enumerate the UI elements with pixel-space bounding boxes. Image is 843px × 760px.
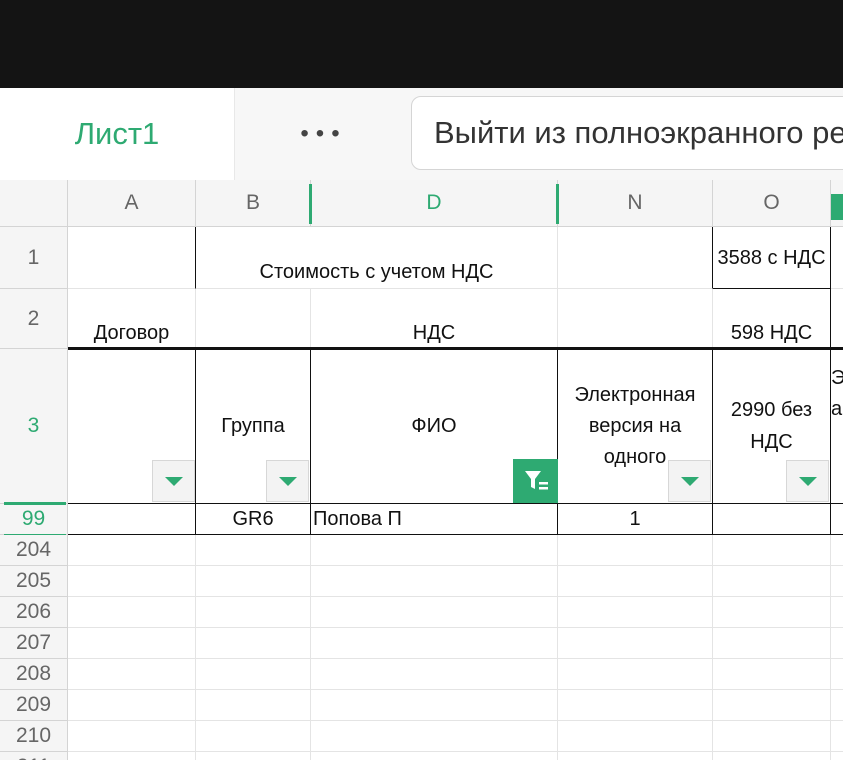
gridline-p [830, 535, 831, 760]
funnel-filter-icon [524, 471, 548, 490]
filter-dropdown-o[interactable] [786, 460, 829, 502]
cell-b2[interactable] [196, 289, 311, 349]
row-header-211[interactable]: 211 [0, 752, 68, 760]
spreadsheet-grid[interactable]: A B D N O 1 2 3 99 204 205 206 207 208 2… [0, 180, 843, 760]
cell-o1-text: 3588 с НДС [717, 246, 826, 269]
column-d-right-edge [556, 184, 559, 224]
cell-b99-text: GR6 [232, 507, 274, 530]
triangle-down-icon [798, 476, 817, 486]
row-header-3[interactable]: 3 [0, 349, 68, 504]
cell-d99[interactable]: Попова П [311, 504, 558, 535]
cell-a1[interactable] [68, 227, 196, 289]
gridline-n [557, 535, 558, 760]
cell-o2-text: 598 НДС [730, 322, 813, 344]
gridline-d [310, 535, 311, 760]
cell-p3-text: Э а [831, 367, 843, 420]
gridline-o [712, 535, 713, 760]
cell-n1[interactable] [558, 227, 713, 289]
more-options-button[interactable]: ••• [234, 88, 412, 180]
filter-dropdown-n[interactable] [668, 460, 711, 502]
column-header-a[interactable]: A [68, 180, 196, 227]
system-status-bar [0, 0, 843, 88]
cell-b99[interactable]: GR6 [196, 504, 311, 535]
row-header-209[interactable]: 209 [0, 690, 68, 721]
cell-n99-text: 1 [629, 507, 641, 530]
row-header-207[interactable]: 207 [0, 628, 68, 659]
cell-o99[interactable] [713, 504, 831, 535]
sheet-tab-list1[interactable]: Лист1 [0, 88, 234, 180]
triangle-down-icon [680, 476, 699, 486]
row-header-2[interactable]: 2 [0, 289, 68, 349]
row-header-208[interactable]: 208 [0, 659, 68, 690]
cell-n3-text: Электронная версия на одного [574, 383, 696, 468]
row-header-204[interactable]: 204 [0, 535, 68, 566]
empty-rows-area[interactable] [68, 535, 843, 760]
row-header-205[interactable]: 205 [0, 566, 68, 597]
cell-p99[interactable] [831, 504, 843, 535]
sheet-tab-bar: Лист1 ••• Выйти из полноэкранного режима [0, 88, 843, 181]
row-99-top-edge [4, 502, 66, 505]
column-d-left-edge [309, 184, 312, 224]
filter-dropdown-a[interactable] [152, 460, 195, 502]
cell-d1-merged[interactable]: Стоимость с учетом НДС [196, 227, 558, 289]
row-header-99[interactable]: 99 [0, 504, 68, 535]
column-header-n[interactable]: N [558, 180, 713, 227]
cell-d2[interactable]: НДС [311, 289, 558, 349]
cell-d2-text: НДС [412, 322, 456, 344]
cell-p1[interactable] [831, 227, 843, 289]
triangle-down-icon [164, 476, 183, 486]
select-all-corner[interactable] [0, 180, 68, 227]
row-header-206[interactable]: 206 [0, 597, 68, 628]
gridline-b [195, 535, 196, 760]
cell-a99[interactable] [68, 504, 196, 535]
selection-handle [831, 194, 843, 220]
cell-p3[interactable]: Э а [831, 349, 843, 504]
column-header-b[interactable]: B [196, 180, 311, 227]
column-header-d[interactable]: D [311, 180, 558, 227]
cell-o1[interactable]: 3588 с НДС [713, 227, 831, 289]
cell-a2-text: Договор [93, 322, 170, 344]
column-header-o[interactable]: O [713, 180, 831, 227]
cell-b3-text: Группа [221, 414, 285, 437]
cell-d3-text: ФИО [411, 414, 457, 437]
cell-n2[interactable] [558, 289, 713, 349]
header-thick-border [68, 347, 843, 350]
filter-dropdown-b[interactable] [266, 460, 309, 502]
cell-d99-text: Попова П [313, 507, 402, 530]
cell-o2[interactable]: 598 НДС [713, 289, 831, 349]
row-header-1[interactable]: 1 [0, 227, 68, 289]
cell-p2[interactable] [831, 289, 843, 349]
cell-n99[interactable]: 1 [558, 504, 713, 535]
filter-active-d[interactable] [513, 459, 558, 503]
row-header-210[interactable]: 210 [0, 721, 68, 752]
cell-o3-text: 2990 без НДС [730, 399, 813, 453]
cell-d1-text: Стоимость с учетом НДС [259, 261, 494, 283]
triangle-down-icon [278, 476, 297, 486]
cell-a2[interactable]: Договор [68, 289, 196, 349]
exit-fullscreen-button[interactable]: Выйти из полноэкранного режима [411, 96, 843, 170]
